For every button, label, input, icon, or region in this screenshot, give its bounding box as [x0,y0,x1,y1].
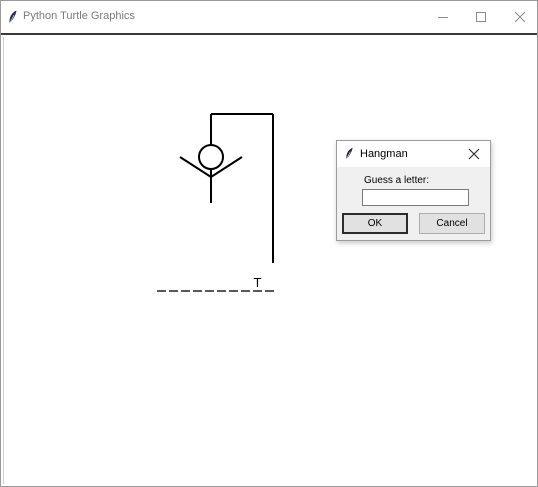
revealed-letter: T [254,275,262,290]
minimize-button[interactable] [423,1,463,33]
close-button[interactable] [500,1,538,33]
feather-icon [346,147,353,160]
minimize-icon [438,17,448,18]
dialog-title: Hangman [360,148,408,160]
window-title: Python Turtle Graphics [23,10,135,22]
app-window: Python Turtle Graphics T [0,0,538,487]
dialog-title-bar[interactable]: Hangman [337,141,490,167]
turtle-canvas[interactable]: T [3,37,536,484]
maximize-icon [476,12,486,22]
maximize-button[interactable] [461,1,501,33]
stick-figure [179,144,243,203]
gallows [210,113,274,263]
feather-icon [9,10,17,24]
cancel-button[interactable]: Cancel [419,213,485,234]
hangman-drawing: T [157,113,274,292]
hangman-dialog: Hangman Guess a letter: OK Cancel [336,140,491,241]
close-icon [514,11,526,23]
guess-prompt: Guess a letter: [364,175,430,186]
ok-button[interactable]: OK [342,213,408,234]
figure-head [198,144,224,170]
title-bar[interactable]: Python Turtle Graphics [1,1,537,35]
close-icon[interactable] [465,145,483,163]
letter-input[interactable] [362,189,469,206]
